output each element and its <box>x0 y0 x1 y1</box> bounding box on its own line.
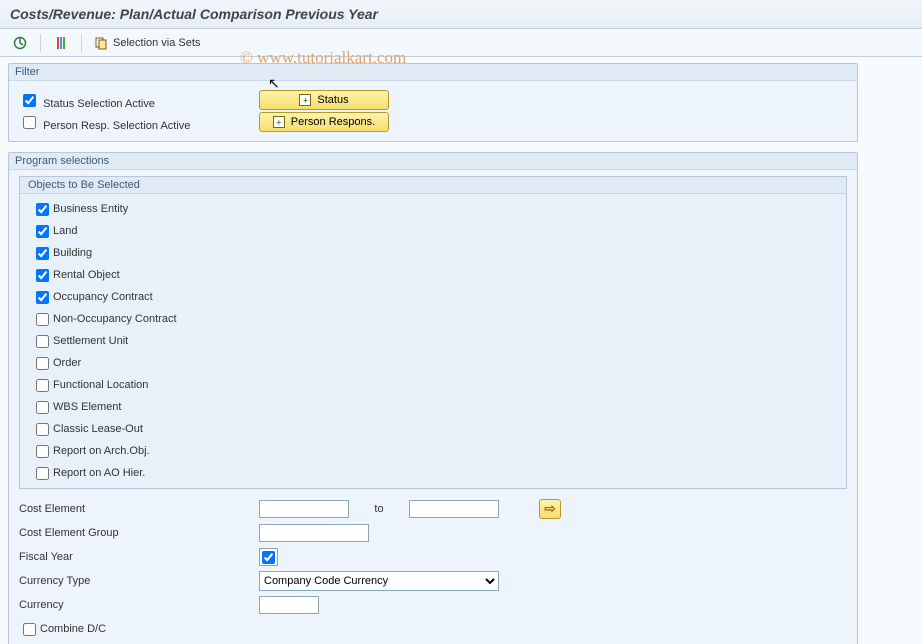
object-checkbox[interactable] <box>36 401 49 414</box>
expand-icon: + <box>273 116 285 128</box>
cost-element-from-input[interactable] <box>259 500 349 518</box>
object-label: Order <box>53 357 81 369</box>
selection-via-sets-button[interactable]: Selection via Sets <box>88 32 207 54</box>
cost-element-group-label: Cost Element Group <box>19 527 259 539</box>
program-group-title: Program selections <box>9 153 857 170</box>
cost-element-label: Cost Element <box>19 503 259 515</box>
cost-element-to-input[interactable] <box>409 500 499 518</box>
object-label: Occupancy Contract <box>53 291 153 303</box>
object-row: Land <box>32 220 834 242</box>
object-row: WBS Element <box>32 396 834 418</box>
object-checkbox[interactable] <box>36 313 49 326</box>
person-active-label: Person Resp. Selection Active <box>43 120 190 132</box>
object-label: Rental Object <box>53 269 120 281</box>
status-active-checkbox[interactable] <box>23 94 36 107</box>
object-label: Settlement Unit <box>53 335 128 347</box>
objects-title: Objects to Be Selected <box>20 177 846 194</box>
objects-box: Objects to Be Selected Business Entity La… <box>19 176 847 489</box>
object-checkbox[interactable] <box>36 291 49 304</box>
object-row: Functional Location <box>32 374 834 396</box>
execute-button[interactable] <box>6 32 34 54</box>
program-group: Program selections Objects to Be Selecte… <box>8 152 858 644</box>
combine-dc-label: Combine D/C <box>40 623 106 635</box>
person-active-checkbox[interactable] <box>23 116 36 129</box>
execute-icon <box>13 36 27 50</box>
object-label: Report on Arch.Obj. <box>53 445 150 457</box>
sets-icon <box>95 36 109 50</box>
status-button[interactable]: + Status <box>259 90 389 110</box>
object-checkbox[interactable] <box>36 269 49 282</box>
filter-group-title: Filter <box>9 64 857 81</box>
object-label: Non-Occupancy Contract <box>53 313 177 325</box>
currency-type-select[interactable]: Company Code Currency <box>259 571 499 591</box>
object-checkbox[interactable] <box>36 225 49 238</box>
toolbar-separator <box>40 34 41 52</box>
person-button[interactable]: + Person Respons. <box>259 112 389 132</box>
object-checkbox[interactable] <box>36 247 49 260</box>
object-label: Report on AO Hier. <box>53 467 145 479</box>
object-label: Functional Location <box>53 379 148 391</box>
cost-element-group-input[interactable] <box>259 524 369 542</box>
currency-input[interactable] <box>259 596 319 614</box>
object-checkbox[interactable] <box>36 203 49 216</box>
toolbar-separator <box>81 34 82 52</box>
object-row: Building <box>32 242 834 264</box>
object-checkbox[interactable] <box>36 357 49 370</box>
object-row: Business Entity <box>32 198 834 220</box>
combine-dc-checkbox[interactable] <box>23 623 36 636</box>
object-label: Building <box>53 247 92 259</box>
object-row: Order <box>32 352 834 374</box>
object-row: Report on AO Hier. <box>32 462 834 484</box>
object-row: Rental Object <box>32 264 834 286</box>
expand-icon: + <box>299 94 311 106</box>
object-label: Land <box>53 225 77 237</box>
object-checkbox[interactable] <box>36 423 49 436</box>
object-row: Non-Occupancy Contract <box>32 308 834 330</box>
status-active-label: Status Selection Active <box>43 98 155 110</box>
object-label: Business Entity <box>53 203 128 215</box>
variant-icon <box>54 36 68 50</box>
object-label: Classic Lease-Out <box>53 423 143 435</box>
person-button-label: Person Respons. <box>291 116 375 128</box>
currency-label: Currency <box>19 599 259 611</box>
fiscal-year-checkbox[interactable] <box>262 551 275 564</box>
object-checkbox[interactable] <box>36 335 49 348</box>
object-row: Classic Lease-Out <box>32 418 834 440</box>
object-checkbox[interactable] <box>36 379 49 392</box>
object-row: Settlement Unit <box>32 330 834 352</box>
object-row: Occupancy Contract <box>32 286 834 308</box>
status-button-label: Status <box>317 94 348 106</box>
page-title: Costs/Revenue: Plan/Actual Comparison Pr… <box>0 0 922 29</box>
arrow-right-icon: ⇨ <box>544 501 555 517</box>
selection-via-sets-label: Selection via Sets <box>113 37 200 49</box>
fiscal-year-label: Fiscal Year <box>19 551 259 563</box>
filter-group: Filter Status Selection Active + Status … <box>8 63 858 142</box>
to-label: to <box>349 503 409 515</box>
object-row: Report on Arch.Obj. <box>32 440 834 462</box>
object-label: WBS Element <box>53 401 121 413</box>
object-checkbox[interactable] <box>36 467 49 480</box>
variant-button[interactable] <box>47 32 75 54</box>
multiple-selection-button[interactable]: ⇨ <box>539 499 561 519</box>
object-checkbox[interactable] <box>36 445 49 458</box>
currency-type-label: Currency Type <box>19 575 259 587</box>
toolbar: Selection via Sets <box>0 29 922 57</box>
